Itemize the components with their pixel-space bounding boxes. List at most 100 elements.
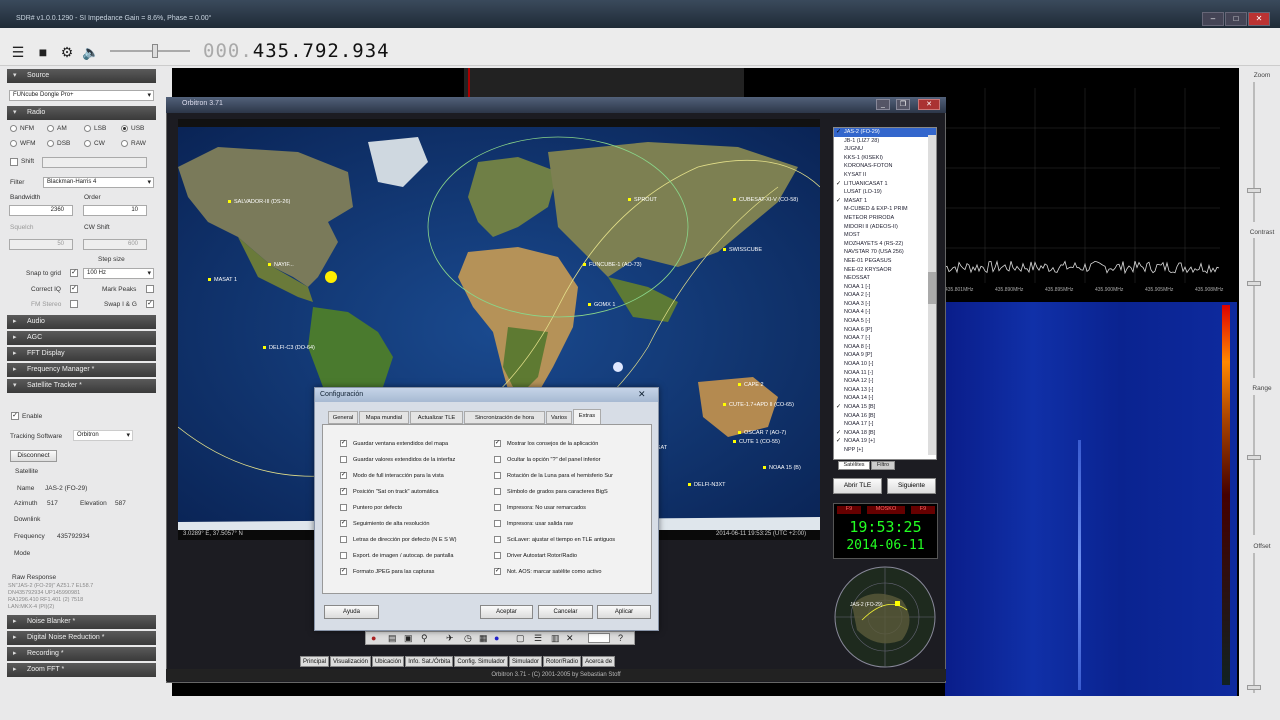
- floppy-icon[interactable]: ▦: [479, 633, 488, 644]
- satellite-list-item[interactable]: NOAA 16 [B]: [834, 412, 936, 421]
- bluetooth-icon[interactable]: ●: [494, 633, 499, 643]
- satellite-list-item[interactable]: NOAA 7 [-]: [834, 334, 936, 343]
- frequency-display[interactable]: 000.435.792.934: [203, 40, 390, 62]
- correctiq-checkbox[interactable]: ✓: [70, 285, 78, 293]
- menu-icon[interactable]: ☰: [10, 44, 26, 60]
- list-icon[interactable]: ☰: [534, 633, 542, 644]
- satellite-icon[interactable]: ⚲: [421, 633, 428, 644]
- shift-input[interactable]: [42, 157, 147, 168]
- shift-checkbox[interactable]: [10, 158, 18, 166]
- satellite-list-item[interactable]: NOAA 15 [B]: [834, 403, 936, 412]
- minimize-button[interactable]: –: [1202, 12, 1224, 26]
- config-option-checkbox[interactable]: [494, 504, 501, 511]
- mode-radio-dsb[interactable]: [47, 140, 54, 147]
- orbitron-restore[interactable]: ❐: [896, 99, 910, 110]
- orbitron-close[interactable]: ✕: [918, 99, 940, 110]
- tab-filter[interactable]: Filtro: [871, 461, 895, 470]
- config-option[interactable]: ✓ Formato JPEG para las capturas: [340, 568, 490, 584]
- satellite-list-item[interactable]: NOAA 5 [-]: [834, 317, 936, 326]
- markpeaks-checkbox[interactable]: [146, 285, 154, 293]
- config-option[interactable]: Ocultar la opción "?" del panel inferior: [494, 456, 649, 472]
- mode-radio-usb[interactable]: [121, 125, 128, 132]
- section-zoom-fft[interactable]: Zoom FFT *: [7, 663, 156, 677]
- close-button[interactable]: ✕: [1248, 12, 1270, 26]
- config-option[interactable]: Letras de dirección por defecto (N E S W…: [340, 536, 490, 552]
- config-option[interactable]: ✓ Posición "Sat on track" automática: [340, 488, 490, 504]
- orbitron-tab[interactable]: Simulador: [509, 656, 543, 667]
- tracking-select[interactable]: Orbitron: [73, 430, 133, 441]
- config-option[interactable]: Guardar valores extendidos de la interfa…: [340, 456, 490, 472]
- filter-select[interactable]: Blackman-Harris 4: [43, 177, 154, 188]
- satellite-list-item[interactable]: NOAA 13 [-]: [834, 386, 936, 395]
- satellite-list-item[interactable]: JB-1 (LIZ7 28): [834, 137, 936, 146]
- mode-radio-wfm[interactable]: [10, 140, 17, 147]
- contrast-slider-thumb[interactable]: [1247, 281, 1261, 286]
- volume-slider-thumb[interactable]: [152, 44, 158, 58]
- satellite-list-item[interactable]: METEOR PRIRODA: [834, 214, 936, 223]
- save-icon[interactable]: ▣: [404, 633, 413, 644]
- tab-time-sync[interactable]: Sincronización de hora: [464, 411, 545, 424]
- section-noise-blanker[interactable]: Noise Blanker *: [7, 615, 156, 629]
- mode-radio-nfm[interactable]: [10, 125, 17, 132]
- config-close-icon[interactable]: ✕: [638, 389, 646, 400]
- window-icon[interactable]: ▢: [516, 633, 525, 644]
- orbitron-tab[interactable]: Visualización: [330, 656, 371, 667]
- next-button[interactable]: Siguiente: [887, 478, 936, 494]
- config-option[interactable]: Rotación de la Luna para el hemisferio S…: [494, 472, 649, 488]
- orbitron-tab[interactable]: Config. Simulador: [454, 656, 509, 667]
- config-option-checkbox[interactable]: [494, 456, 501, 463]
- tab-update-tle[interactable]: Actualizar TLE: [410, 411, 463, 424]
- satellite-list-item[interactable]: NOAA 1 [-]: [834, 283, 936, 292]
- satellite-list-item[interactable]: KORONAS-FOTON: [834, 162, 936, 171]
- satellite-list-scroll-thumb[interactable]: [928, 272, 936, 304]
- tab-extras[interactable]: Extras: [573, 409, 601, 424]
- orbitron-tab[interactable]: Acerca de: [582, 656, 616, 667]
- satellite-list-item[interactable]: NOAA 3 [-]: [834, 300, 936, 309]
- orbitron-tab[interactable]: Principal: [300, 656, 330, 667]
- section-audio[interactable]: Audio: [7, 315, 156, 329]
- zoom-slider-thumb[interactable]: [1247, 188, 1261, 193]
- config-option[interactable]: ✓ Seguimiento de alta resolución: [340, 520, 490, 536]
- satellite-list-item[interactable]: NOAA 18 [B]: [834, 429, 936, 438]
- config-option-checkbox[interactable]: ✓: [340, 488, 347, 495]
- mode-radio-am[interactable]: [47, 125, 54, 132]
- config-option-checkbox[interactable]: [340, 536, 347, 543]
- mode-radio-lsb[interactable]: [84, 125, 91, 132]
- config-option-checkbox[interactable]: ✓: [494, 568, 501, 575]
- record-icon[interactable]: ●: [371, 633, 376, 643]
- satellite-list-item[interactable]: NAVSTAR 70 (USA 256): [834, 248, 936, 257]
- config-option-checkbox[interactable]: [340, 456, 347, 463]
- orbitron-tab[interactable]: Rotor/Radio: [543, 656, 582, 667]
- config-option[interactable]: ✓ Not. AOS: marcar satélite como activo: [494, 568, 649, 584]
- stepsize-select[interactable]: 100 Hz: [83, 268, 154, 279]
- help-icon[interactable]: ?: [618, 633, 623, 643]
- offset-slider-thumb[interactable]: [1247, 685, 1261, 690]
- satellite-list-item[interactable]: LUSAT (LO-19): [834, 188, 936, 197]
- config-option[interactable]: Puntero por defecto: [340, 504, 490, 520]
- config-option[interactable]: Driver Autostart Rotor/Radio: [494, 552, 649, 568]
- config-option-checkbox[interactable]: ✓: [340, 568, 347, 575]
- config-option-checkbox[interactable]: [340, 504, 347, 511]
- fmstereo-checkbox[interactable]: [70, 300, 78, 308]
- config-option[interactable]: Impresora: No usar remarcados: [494, 504, 649, 520]
- config-option[interactable]: ✓ Guardar ventana extendidos del mapa: [340, 440, 490, 456]
- contrast-slider[interactable]: [1253, 238, 1255, 378]
- satellite-list-item[interactable]: NOAA 2 [-]: [834, 291, 936, 300]
- config-option-checkbox[interactable]: ✓: [494, 440, 501, 447]
- orbitron-tab[interactable]: Ubicación: [371, 656, 405, 667]
- volume-slider[interactable]: [110, 50, 190, 52]
- print-icon[interactable]: ▤: [388, 633, 397, 644]
- maximize-button[interactable]: □: [1225, 12, 1247, 26]
- satellite-list-item[interactable]: NOAA 6 [P]: [834, 326, 936, 335]
- orbitron-tab[interactable]: Info. Sat./Órbita: [405, 656, 454, 667]
- satellite-list-item[interactable]: NOAA 9 [P]: [834, 351, 936, 360]
- satellite-list-item[interactable]: NOAA 14 [-]: [834, 394, 936, 403]
- config-option[interactable]: SciLaver: ajustar el tiempo en TLE antig…: [494, 536, 649, 552]
- config-option-checkbox[interactable]: [494, 472, 501, 479]
- satellite-list-item[interactable]: KYSAT II: [834, 171, 936, 180]
- tools-icon[interactable]: ✕: [566, 633, 574, 644]
- squelch-input[interactable]: 50: [9, 239, 73, 250]
- section-satellite-tracker[interactable]: Satellite Tracker *: [7, 379, 156, 393]
- config-option[interactable]: ✓ Mostrar los consejos de la aplicación: [494, 440, 649, 456]
- satellite-list-item[interactable]: NOAA 10 [-]: [834, 360, 936, 369]
